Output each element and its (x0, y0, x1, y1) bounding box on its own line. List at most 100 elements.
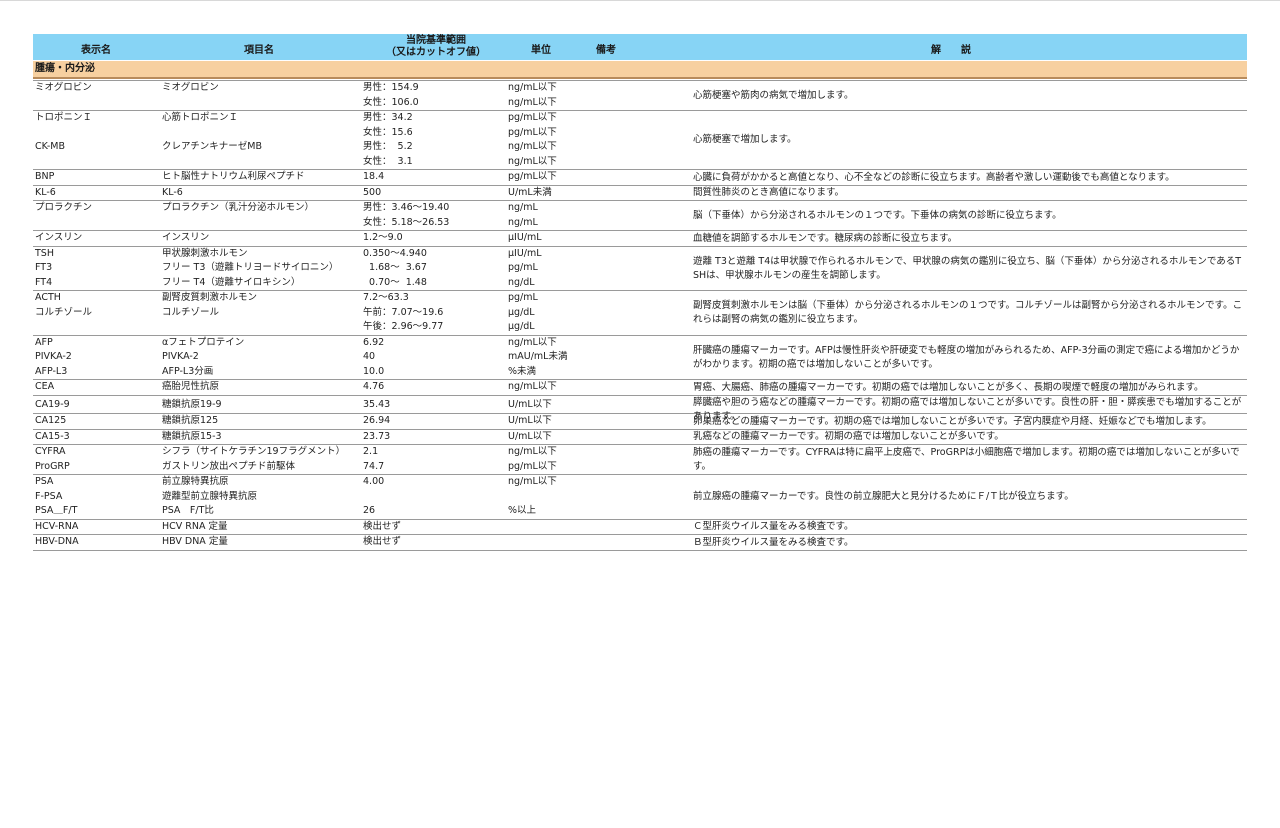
unit-cell: μIU/mL (508, 232, 542, 243)
reference-range-cell: 1.2〜9.0 (363, 232, 403, 243)
unit-cell: μg/dL (508, 306, 535, 318)
reference-range-cell: 女性： 3.1 (363, 155, 413, 167)
reference-range-cell: 女性：106.0 (363, 96, 419, 108)
item-name-cell: HBV DNA 定量 (162, 536, 228, 547)
display-name-cell: CK-MB (35, 141, 66, 152)
reference-range-cell: 男性： 5.2 (363, 141, 413, 152)
reference-range-cell: 4.76 (363, 381, 385, 392)
table-header: 表示名 項目名 当院基準範囲 （又はカットオフ値） 単位 備考 解 説 (33, 34, 1247, 60)
item-name-cell: クレアチンキナーゼMB (162, 141, 263, 152)
explanation-cell: 脳（下垂体）から分泌されるホルモンの１つです。下垂体の病気の診断に役立ちます。 (693, 209, 1062, 221)
explanation-cell: 副腎皮質刺激ホルモンは脳（下垂体）から分泌されるホルモンの１つです。コルチゾール… (693, 300, 1243, 325)
reference-range-cell: 4.00 (363, 476, 385, 487)
display-name-cell: ProGRP (35, 460, 70, 472)
table-row: トロポニンＩ 心筋トロポニンＩ 男性：34.2 pg/mL以下 (33, 111, 1247, 126)
display-name-cell: F-PSA (35, 490, 63, 502)
item-name-cell: 甲状腺刺激ホルモン (162, 247, 248, 259)
test-group: HCV-RNA HCV RNA 定量 検出せず Ｃ型肝炎ウイルス量をみる検査です。 (33, 520, 1247, 535)
unit-cell: ng/mL以下 (508, 96, 557, 108)
unit-cell: pg/mL (508, 292, 538, 303)
item-name-cell: シフラ（サイトケラチン19フラグメント） (162, 446, 346, 457)
reference-range-cell: 男性：154.9 (363, 82, 419, 93)
reference-range-cell: 女性：15.6 (363, 126, 413, 138)
display-name-cell: CA125 (35, 415, 67, 426)
test-group: CA125 糖鎖抗原125 26.94 U/mL以下 卵巣癌などの腫瘍マーカーです。初期… (33, 414, 1247, 430)
unit-cell: U/mL以下 (508, 415, 552, 426)
reference-range-sheet: 表示名 項目名 当院基準範囲 （又はカットオフ値） 単位 備考 解 説 腫瘍・内… (33, 34, 1247, 551)
display-name-cell: CYFRA (35, 446, 66, 457)
explanation-cell: 胃癌、大腸癌、肺癌の腫瘍マーカーです。初期の癌では増加しないことが多く、長期の喫… (693, 381, 1204, 393)
item-name-cell: 糖鎖抗原15-3 (162, 430, 222, 442)
display-name-cell: CA19-9 (35, 398, 70, 410)
test-group: TSH 甲状腺刺激ホルモン 0.350〜4.940 μIU/mL FT3 フリー T3（遊… (33, 247, 1247, 291)
reference-range-cell: 7.2〜63.3 (363, 292, 409, 303)
top-divider (0, 0, 1280, 1)
item-name-cell: AFP-L3分画 (162, 365, 214, 377)
item-name-cell: 糖鎖抗原19-9 (162, 398, 222, 410)
explanation-cell: 心筋梗塞で増加します。 (693, 134, 797, 145)
display-name-cell: AFP-L3 (35, 365, 68, 377)
unit-cell: U/mL以下 (508, 430, 552, 442)
display-name-cell: BNP (35, 171, 55, 182)
item-name-cell: コルチゾール (162, 306, 220, 318)
test-group: AFP αフェトプロテイン 6.92 ng/mL以下 PIVKA-2 PIVKA-2 40 m… (33, 336, 1247, 380)
header-remarks: 備考 (596, 45, 616, 56)
header-range-line2: （又はカットオフ値） (386, 47, 486, 58)
unit-cell: pg/mL以下 (508, 112, 557, 123)
explanation-cell: 心筋梗塞や筋肉の病気で増加します。 (693, 89, 854, 101)
reference-range-cell: 0.70〜 1.48 (363, 276, 427, 288)
test-group: CYFRA シフラ（サイトケラチン19フラグメント） 2.1 ng/mL以下 ProGR… (33, 445, 1247, 475)
unit-cell: ng/mL以下 (508, 381, 557, 392)
display-name-cell: HBV-DNA (35, 536, 79, 547)
header-unit: 単位 (531, 45, 551, 56)
display-name-cell: CA15-3 (35, 430, 70, 442)
item-name-cell: インスリン (162, 232, 210, 243)
item-name-cell: 糖鎖抗原125 (162, 415, 219, 426)
display-name-cell: FT4 (35, 276, 53, 288)
display-name-cell: PIVKA-2 (35, 351, 72, 362)
explanation-cell: 乳癌などの腫瘍マーカーです。初期の癌では増加しないことが多いです。 (693, 431, 1004, 442)
display-name-cell: コルチゾール (35, 306, 93, 318)
test-group: ミオグロビン ミオグロビン 男性：154.9 ng/mL以下 女性：106.0 ng/mL… (33, 80, 1247, 111)
explanation-cell: 間質性肺炎のとき高値になります。 (693, 187, 845, 198)
display-name-cell: AFP (35, 336, 53, 348)
table-row: PSA＿F/T PSA F/T比 26 %以上 (33, 504, 1247, 519)
reference-range-cell: 午前：7.07〜19.6 (363, 306, 444, 318)
explanation-cell: 遊離 T3と遊離 T4は甲状腺で作られるホルモンで、甲状腺の病気の鑑別に役立ち、… (693, 255, 1242, 281)
item-name-cell: 癌胎児性抗原 (162, 381, 220, 392)
item-name-cell: フリー T4（遊離サイロキシン） (162, 276, 301, 288)
header-reference-range: 当院基準範囲 （又はカットオフ値） (383, 35, 489, 59)
explanation-cell: 肺癌の腫瘍マーカーです。CYFRAは特に扁平上皮癌で、ProGRPは小細胞癌で増… (693, 446, 1240, 472)
test-group: プロラクチン プロラクチン（乳汁分泌ホルモン） 男性：3.46〜19.40 ng/mL… (33, 201, 1247, 231)
test-table-body: ミオグロビン ミオグロビン 男性：154.9 ng/mL以下 女性：106.0 ng/mL… (33, 80, 1247, 551)
test-group: ACTH 副腎皮質刺激ホルモン 7.2〜63.3 pg/mL コルチゾール コルチゾール午… (33, 291, 1247, 336)
explanation-cell: 血糖値を調節するホルモンです。糖尿病の診断に役立ちます。 (693, 232, 958, 244)
display-name-cell: KL-6 (35, 186, 56, 198)
item-name-cell: PSA F/T比 (162, 505, 214, 516)
reference-range-cell: 10.0 (363, 365, 385, 377)
reference-range-cell: 女性：5.18〜26.53 (363, 216, 450, 228)
explanation-cell: Ｂ型肝炎ウイルス量をみる検査です。 (693, 536, 854, 548)
table-row: 女性： 3.1 ng/mL以下 (33, 155, 1247, 170)
item-name-cell: 心筋トロポニンＩ (162, 112, 239, 123)
item-name-cell: αフェトプロテイン (162, 336, 245, 348)
item-name-cell: HCV RNA 定量 (162, 520, 228, 532)
reference-range-cell: 23.73 (363, 430, 391, 442)
display-name-cell: ミオグロビン (35, 82, 92, 93)
header-explanation: 解 説 (931, 45, 971, 56)
display-name-cell: インスリン (35, 232, 83, 243)
unit-cell: U/mL以下 (508, 398, 552, 410)
display-name-cell: PSA (35, 476, 54, 487)
item-name-cell: プロラクチン（乳汁分泌ホルモン） (162, 202, 315, 213)
unit-cell: ng/mL以下 (508, 141, 557, 152)
display-name-cell: プロラクチン (35, 202, 93, 213)
test-group: KL-6 KL-6 500 U/mL未満 間質性肺炎のとき高値になります。 (33, 186, 1247, 201)
reference-range-cell: 0.350〜4.940 (363, 247, 427, 259)
item-name-cell: ガストリン放出ペプチド前駆体 (162, 460, 296, 472)
test-group: インスリン インスリン 1.2〜9.0 μIU/mL 血糖値を調節するホルモンです。糖尿… (33, 231, 1247, 247)
header-item-name: 項目名 (244, 45, 274, 56)
test-group: トロポニンＩ 心筋トロポニンＩ 男性：34.2 pg/mL以下 女性：15.6 pg/mL… (33, 111, 1247, 170)
reference-range-cell: 6.92 (363, 336, 385, 348)
table-row: PSA 前立腺特異抗原 4.00 ng/mL以下 (33, 475, 1247, 490)
item-name-cell: KL-6 (162, 186, 183, 198)
